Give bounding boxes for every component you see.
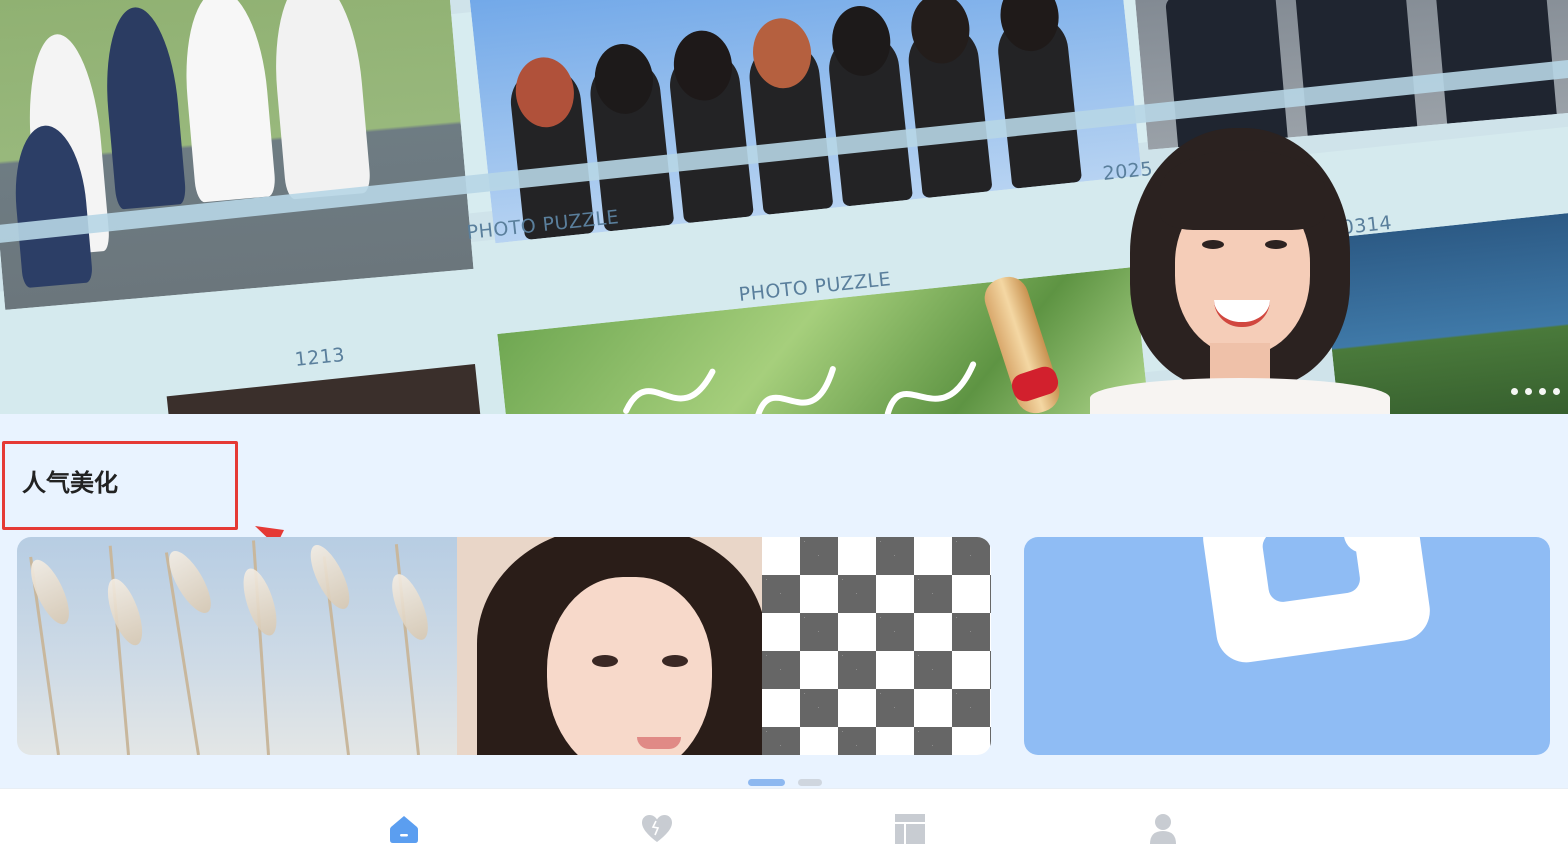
carousel-indicator [1511, 388, 1560, 395]
card-pager [748, 779, 822, 786]
pager-dot[interactable] [798, 779, 822, 786]
nav-profile[interactable] [1145, 811, 1181, 847]
bottom-nav [0, 788, 1568, 867]
nav-templates[interactable] [892, 811, 928, 847]
carousel-dot[interactable] [1539, 388, 1546, 395]
annotation-highlight-box [2, 441, 238, 530]
banner-carousel[interactable]: PHOTO PUZZLE 2025 PHOTO PUZZLE 0314 1213 [0, 0, 1568, 414]
nav-favorites[interactable] [639, 811, 675, 847]
carousel-dot[interactable] [1553, 388, 1560, 395]
pager-dot-active[interactable] [748, 779, 785, 786]
beautify-card-main[interactable] [17, 537, 991, 755]
heart-icon [642, 815, 672, 842]
profile-icon [1150, 814, 1176, 844]
template-icon [895, 814, 925, 844]
nav-home[interactable] [386, 811, 422, 847]
carousel-dot[interactable] [1525, 388, 1532, 395]
model-portrait [457, 537, 777, 755]
beautify-card-side[interactable] [1024, 537, 1550, 755]
transparent-checkerboard [762, 537, 991, 755]
portrait-cutout [1090, 128, 1390, 414]
bookmark-app-icon [1199, 537, 1434, 667]
carousel-dot[interactable] [1511, 388, 1518, 395]
home-icon [390, 816, 418, 843]
reeds-background [17, 537, 477, 755]
group-photo [0, 0, 474, 310]
